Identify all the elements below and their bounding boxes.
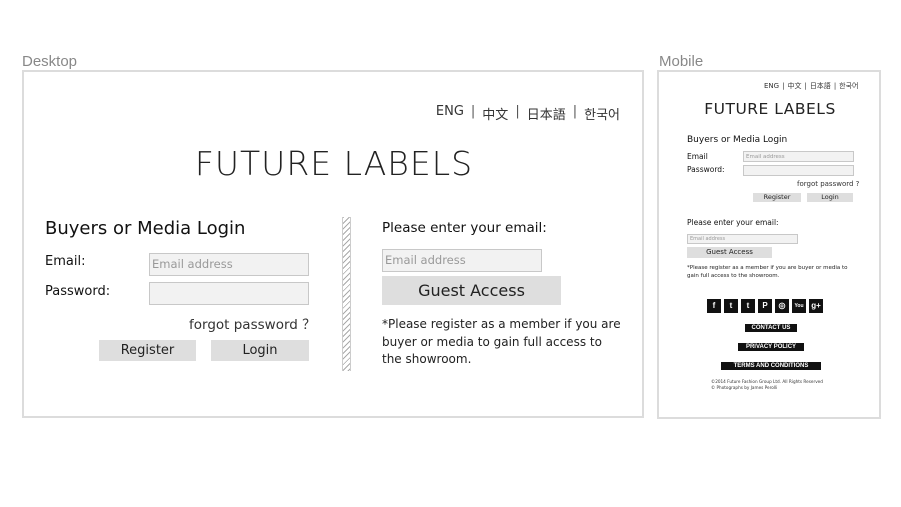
guest-email-prompt: Please enter your email: [382, 220, 547, 236]
contact-us-link[interactable]: CONTACT US [745, 324, 797, 332]
mobile-guest-access-button[interactable]: Guest Access [687, 247, 772, 258]
login-button[interactable]: Login [211, 340, 309, 361]
registration-note: *Please register as a member if you are … [382, 317, 621, 366]
lang-separator: | [782, 82, 785, 90]
pinterest-icon[interactable]: P [758, 299, 772, 313]
lang-separator: | [833, 82, 837, 90]
mobile-register-button[interactable]: Register [753, 193, 801, 202]
instagram-icon[interactable]: ◎ [775, 299, 789, 313]
register-button[interactable]: Register [99, 340, 196, 361]
mobile-language-switcher: ENG | 中文 | 日本語 | 한국어 [764, 81, 859, 91]
guest-access-button[interactable]: Guest Access [382, 276, 561, 305]
lang-eng-link[interactable]: ENG [436, 104, 464, 123]
mobile-password-label: Password: [687, 165, 725, 174]
forgot-password-link[interactable]: forgot password ？ [189, 313, 316, 333]
lang-ko-link[interactable]: 한국어 [584, 104, 620, 123]
mobile-email-label: Email [687, 152, 708, 161]
desktop-section-label: Desktop [22, 53, 78, 70]
lang-separator: | [515, 104, 520, 119]
column-divider [342, 217, 351, 371]
twitter-icon[interactable]: t [724, 299, 738, 313]
privacy-policy-link[interactable]: PRIVACY POLICY [738, 343, 804, 351]
mobile-login-title: Buyers or Media Login [687, 135, 788, 145]
login-title: Buyers or Media Login [45, 218, 246, 239]
social-links: f t t P ◎ You g+ [707, 299, 823, 313]
password-label: Password: [45, 284, 111, 299]
lang-separator: | [470, 104, 476, 119]
guest-email-input[interactable]: Email address [382, 249, 542, 272]
desktop-frame: ENG | 中文 | 日本語 | 한국어 FUTURE LABELS Buyers o… [22, 70, 644, 418]
lang-zh-link[interactable]: 中文 [482, 104, 508, 123]
mobile-frame: ENG | 中文 | 日本語 | 한국어 FUTURE LABELS Buyers or M… [657, 70, 881, 419]
copyright-text: ©2014 Future Fashion Group Ltd. All Righ… [711, 379, 871, 391]
lang-separator: | [572, 104, 578, 119]
photo-credit-line: © Photographs by James Perolli [711, 385, 778, 390]
lang-separator: | [804, 82, 807, 90]
language-switcher: ENG | 中文 | 日本語 | 한국어 [436, 104, 620, 123]
lang-ja-link[interactable]: 日本語 [527, 104, 566, 123]
mobile-forgot-password-link[interactable]: forgot password ? [797, 180, 859, 188]
mobile-brand-logo: FUTURE LABELS [704, 100, 836, 118]
mobile-registration-note: *Please register as a member if you are … [687, 265, 848, 279]
lang-ko-link[interactable]: 한국어 [839, 82, 858, 90]
google-plus-icon[interactable]: g+ [809, 299, 823, 313]
terms-conditions-link[interactable]: TERMS AND CONDITIONS [721, 362, 821, 370]
mobile-guest-email-input[interactable]: Email address [687, 234, 798, 244]
mobile-guest-email-prompt: Please enter your email: [687, 218, 779, 227]
lang-zh-link[interactable]: 中文 [787, 82, 801, 90]
email-label: Email: [45, 254, 86, 269]
mobile-section-label: Mobile [659, 53, 704, 70]
tumblr-icon[interactable]: t [741, 299, 755, 313]
email-input[interactable]: Email address [149, 253, 309, 276]
mobile-login-button[interactable]: Login [807, 193, 853, 202]
mobile-email-input[interactable]: Email address [743, 151, 854, 162]
lang-ja-link[interactable]: 日本語 [810, 82, 831, 90]
password-input[interactable] [149, 282, 309, 305]
brand-logo: FUTURE LABELS [194, 144, 474, 183]
facebook-icon[interactable]: f [707, 299, 721, 313]
mobile-password-input[interactable] [743, 165, 854, 176]
youtube-icon[interactable]: You [792, 299, 806, 313]
lang-eng-link[interactable]: ENG [764, 82, 779, 90]
